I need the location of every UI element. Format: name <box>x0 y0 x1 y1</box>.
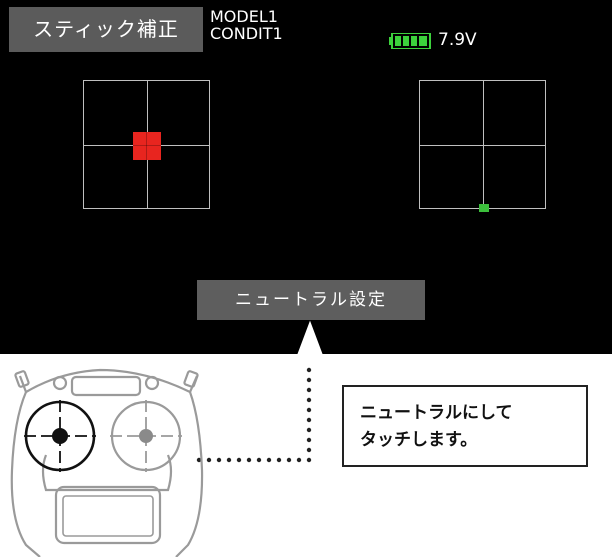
right-stick-icon <box>110 400 182 472</box>
left-stick-icon <box>24 400 96 472</box>
callout-line-1: ニュートラルにして <box>360 403 513 423</box>
dotted-guide-line <box>196 367 312 463</box>
illustration-overlay <box>10 320 323 557</box>
callout-line-2: タッチします。 <box>360 430 478 450</box>
up-arrow-icon <box>297 320 323 355</box>
instruction-callout: ニュートラルにして タッチします。 <box>342 385 588 467</box>
